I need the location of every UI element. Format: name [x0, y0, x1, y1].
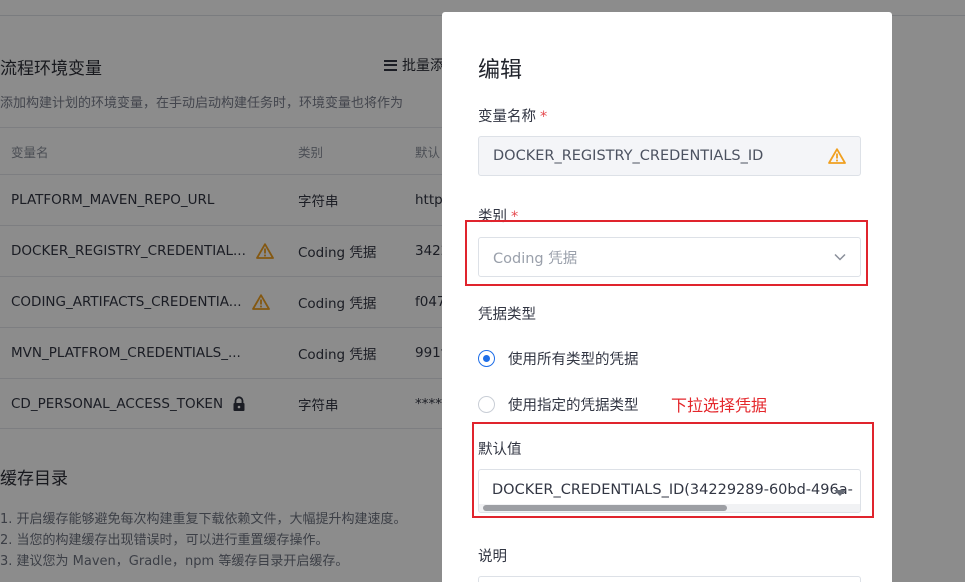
credential-type-label: 凭据类型 — [478, 307, 536, 323]
radio-specific-type-label: 使用指定的凭据类型 — [508, 398, 639, 414]
warning-icon — [828, 148, 846, 164]
description-input[interactable] — [478, 576, 861, 582]
variable-name-field: DOCKER_REGISTRY_CREDENTIALS_ID — [478, 136, 861, 176]
radio-specific-type[interactable]: 使用指定的凭据类型 — [478, 394, 639, 415]
variable-name-value: DOCKER_REGISTRY_CREDENTIALS_ID — [493, 148, 764, 164]
highlight-box-type — [465, 220, 868, 286]
required-mark: * — [540, 109, 548, 125]
radio-button-checked[interactable] — [478, 350, 495, 367]
radio-all-types-label: 使用所有类型的凭据 — [508, 352, 639, 368]
description-label: 说明 — [478, 549, 507, 565]
edit-dialog: 编辑 变量名称 * DOCKER_REGISTRY_CREDENTIALS_ID … — [442, 12, 892, 582]
highlight-box-default — [472, 422, 874, 518]
dialog-title: 编辑 — [478, 58, 523, 83]
name-label: 变量名称 * — [478, 109, 548, 125]
radio-all-types[interactable]: 使用所有类型的凭据 — [478, 348, 639, 369]
annotation-text: 下拉选择凭据 — [671, 396, 768, 415]
radio-button[interactable] — [478, 396, 495, 413]
